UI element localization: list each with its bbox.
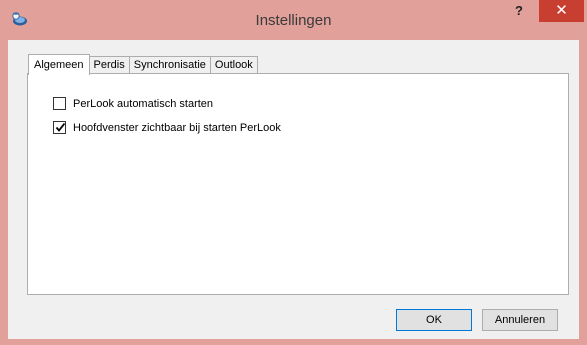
autostart-checkbox[interactable] <box>53 97 66 110</box>
show-main-window-checkbox[interactable] <box>53 121 66 134</box>
help-button[interactable]: ? <box>505 0 533 22</box>
tab-outlook[interactable]: Outlook <box>209 56 258 74</box>
option-show-main-window[interactable]: Hoofdvenster zichtbaar bij starten PerLo… <box>53 121 281 134</box>
autostart-label: PerLook automatisch starten <box>73 97 214 110</box>
option-autostart[interactable]: PerLook automatisch starten <box>53 97 213 110</box>
tab-panel-algemeen: PerLook automatisch starten Hoofdvenster… <box>27 73 569 295</box>
show-main-window-label: Hoofdvenster zichtbaar bij starten PerLo… <box>73 121 281 134</box>
title-bar[interactable]: Instellingen ? ✕ <box>0 0 587 40</box>
window-title: Instellingen <box>255 12 332 29</box>
check-icon <box>55 122 66 132</box>
tab-strip: Algemeen Perdis Synchronisatie Outlook <box>28 54 258 75</box>
tab-synchronisatie[interactable]: Synchronisatie <box>128 56 211 74</box>
settings-window: Instellingen ? ✕ Algemeen Perdis Synchro… <box>0 0 587 345</box>
dialog-body: Algemeen Perdis Synchronisatie Outlook P… <box>8 40 579 339</box>
app-icon <box>12 12 27 26</box>
close-button[interactable]: ✕ <box>539 0 584 22</box>
tab-perdis[interactable]: Perdis <box>88 56 130 74</box>
cancel-button[interactable]: Annuleren <box>482 309 558 331</box>
tab-algemeen[interactable]: Algemeen <box>28 54 90 75</box>
ok-button[interactable]: OK <box>396 309 472 331</box>
